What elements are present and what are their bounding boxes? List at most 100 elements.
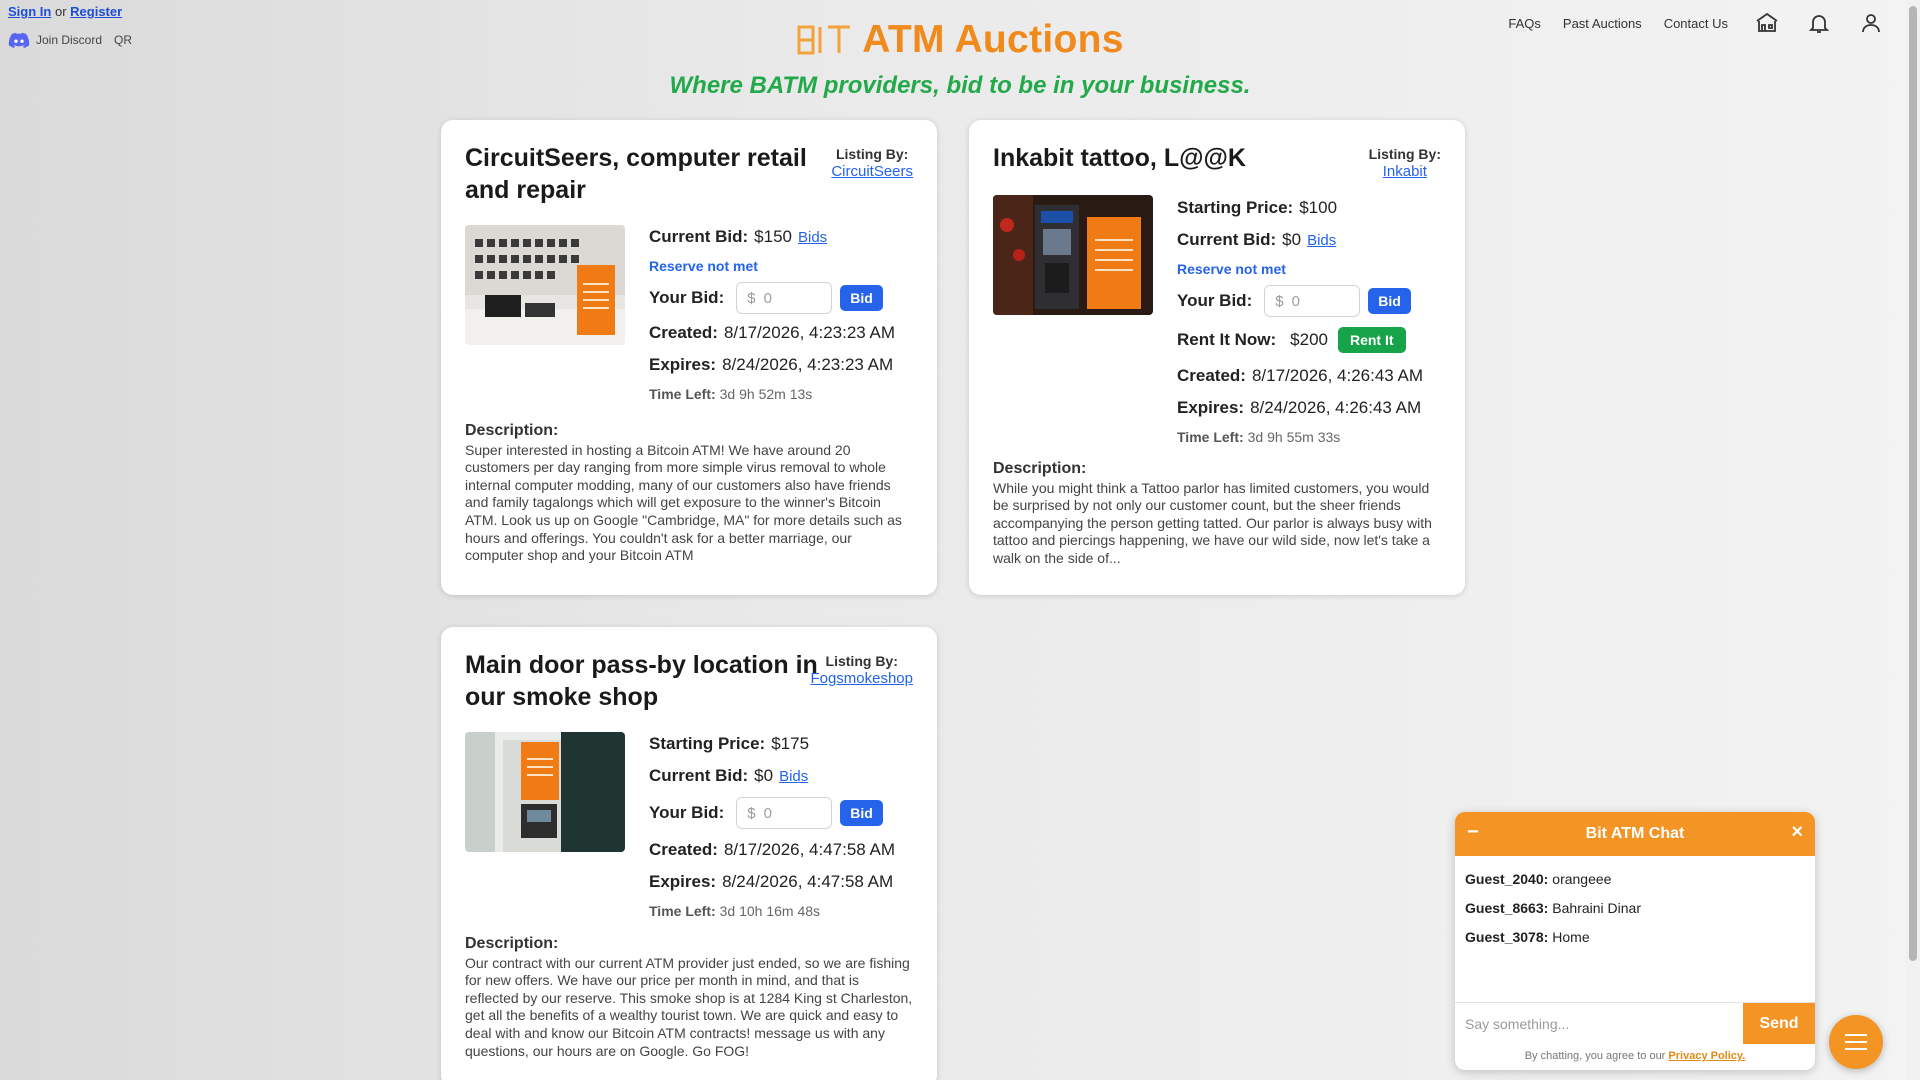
chat-messages: Guest_2040: orangeee Guest_8663: Bahraini …	[1455, 856, 1815, 959]
sign-in-link[interactable]: Sign In	[8, 4, 51, 19]
time-left-value: 3d 9h 55m 33s	[1247, 429, 1341, 445]
expires-value: 8/24/2026, 4:47:58 AM	[722, 872, 894, 891]
scrollbar-thumb[interactable]	[1909, 6, 1917, 961]
description-text: Our contract with our current ATM provid…	[465, 954, 913, 1059]
bid-button[interactable]: Bid	[840, 800, 883, 826]
listing-by-label: Listing By:	[1368, 146, 1441, 162]
listing-image[interactable]	[465, 732, 625, 852]
time-left-value: 3d 10h 16m 48s	[719, 903, 821, 919]
bid-info: Starting Price: $100 Current Bid: $0 Bids R…	[1177, 192, 1423, 450]
created-label: Created:	[649, 323, 718, 342]
bid-button[interactable]: Bid	[1368, 288, 1411, 314]
listing-title[interactable]: Main door pass-by location in our smoke …	[465, 649, 825, 713]
your-bid-label: Your Bid:	[649, 803, 725, 822]
current-bid-label: Current Bid:	[1177, 230, 1277, 249]
home-icon[interactable]	[1754, 10, 1780, 36]
created-value: 8/17/2026, 4:23:23 AM	[723, 323, 896, 342]
listing-by-label: Listing By:	[825, 653, 898, 669]
auth-or: or	[54, 4, 67, 19]
chat-input-bar: Say something... Send	[1455, 1002, 1815, 1044]
listing-by: Listing By: Fogsmokeshop	[810, 653, 913, 687]
bid-input-placeholder: 0	[763, 804, 772, 822]
privacy-policy-link[interactable]: Privacy Policy.	[1668, 1050, 1745, 1062]
bit-logo-icon[interactable]	[796, 23, 854, 57]
listing-card-fogsmokeshop: Main door pass-by location in our smoke …	[441, 627, 937, 1080]
chat-message: Guest_2040: orangeee	[1465, 864, 1805, 893]
starting-price-value: $175	[771, 734, 810, 753]
tagline: Where BATM providers, bid to be in your …	[669, 72, 1251, 99]
seller-link[interactable]: Inkabit	[1369, 163, 1441, 180]
chat-text: orangeee	[1552, 870, 1612, 887]
current-bid-value: $0	[754, 766, 774, 785]
time-left-label: Time Left:	[649, 386, 716, 402]
listing-image[interactable]	[993, 195, 1153, 315]
top-nav: FAQs Past Auctions Contact Us	[1508, 10, 1884, 36]
seller-link[interactable]: CircuitSeers	[831, 163, 913, 180]
your-bid-label: Your Bid:	[1177, 291, 1253, 310]
current-bid-label: Current Bid:	[649, 227, 749, 246]
bid-input[interactable]: $0	[736, 797, 833, 829]
chat-close-button[interactable]: ×	[1791, 821, 1803, 844]
menu-fab-button[interactable]	[1829, 1015, 1883, 1069]
description-label: Description:	[465, 422, 559, 439]
vertical-scrollbar[interactable]	[1906, 0, 1920, 1080]
current-bid-value: $0	[1282, 230, 1302, 249]
site-title[interactable]: ATM Auctions	[862, 18, 1123, 62]
starting-price-value: $100	[1299, 198, 1338, 217]
bids-link[interactable]: Bids	[779, 768, 808, 785]
description: Description: Super interested in hosting…	[465, 422, 913, 565]
chat-text: Bahraini Dinar	[1552, 899, 1641, 916]
nav-past-auctions[interactable]: Past Auctions	[1563, 16, 1642, 31]
current-bid-label: Current Bid:	[649, 766, 749, 785]
seller-link[interactable]: Fogsmokeshop	[810, 670, 913, 687]
rent-it-button[interactable]: Rent It	[1337, 327, 1406, 353]
chat-user: Guest_3078:	[1465, 928, 1549, 945]
expires-label: Expires:	[649, 872, 717, 891]
bid-input[interactable]: $0	[736, 282, 833, 314]
bid-info: Current Bid: $150 Bids Reserve not met You…	[649, 221, 895, 407]
register-link[interactable]: Register	[70, 4, 122, 19]
listing-image[interactable]	[465, 225, 625, 345]
rent-now-label: Rent It Now:	[1177, 330, 1277, 349]
nav-faqs[interactable]: FAQs	[1508, 16, 1541, 31]
created-value: 8/17/2026, 4:26:43 AM	[1251, 366, 1424, 385]
created-label: Created:	[1177, 366, 1246, 385]
reserve-status: Reserve not met	[1177, 261, 1286, 277]
chat-send-button[interactable]: Send	[1743, 1003, 1815, 1044]
listing-title[interactable]: CircuitSeers, computer retail and repair	[465, 142, 825, 206]
time-left-label: Time Left:	[1177, 429, 1244, 445]
bid-button[interactable]: Bid	[840, 285, 883, 311]
description-text: Super interested in hosting a Bitcoin AT…	[465, 441, 902, 564]
chat-minimize-button[interactable]: −	[1467, 821, 1479, 844]
your-bid-label: Your Bid:	[649, 288, 725, 307]
listing-by: Listing By: CircuitSeers	[831, 146, 913, 180]
bids-link[interactable]: Bids	[1307, 232, 1336, 249]
time-left-value: 3d 9h 52m 13s	[719, 386, 813, 402]
chat-input[interactable]: Say something...	[1455, 1003, 1743, 1044]
expires-label: Expires:	[649, 355, 717, 374]
listing-title[interactable]: Inkabit tattoo, L@@K	[993, 142, 1353, 174]
chat-user: Guest_8663:	[1465, 899, 1549, 916]
listing-by-label: Listing By:	[835, 146, 909, 162]
rent-price-value: $200	[1290, 330, 1328, 349]
bell-icon[interactable]	[1806, 10, 1832, 36]
expires-label: Expires:	[1177, 398, 1245, 417]
chat-user: Guest_2040:	[1465, 870, 1549, 887]
chat-header: − Bit ATM Chat ×	[1455, 812, 1815, 856]
expires-value: 8/24/2026, 4:26:43 AM	[1250, 398, 1422, 417]
nav-contact-us[interactable]: Contact Us	[1664, 16, 1728, 31]
description: Description: Our contract with our curre…	[465, 935, 913, 1060]
bids-link[interactable]: Bids	[798, 229, 827, 246]
description-label: Description:	[465, 935, 559, 952]
bid-input[interactable]: $0	[1264, 285, 1361, 317]
chat-text: Home	[1552, 928, 1590, 945]
bid-info: Starting Price: $175 Current Bid: $0 Bids Y…	[649, 728, 895, 924]
description-label: Description:	[993, 460, 1087, 477]
starting-price-label: Starting Price:	[1177, 198, 1294, 217]
time-left-label: Time Left:	[649, 903, 716, 919]
created-value: 8/17/2026, 4:47:58 AM	[723, 840, 896, 859]
user-icon[interactable]	[1858, 10, 1884, 36]
chat-terms-text: By chatting, you agree to our	[1524, 1050, 1666, 1062]
chat-message: Guest_8663: Bahraini Dinar	[1465, 893, 1805, 922]
dollar-sign: $	[747, 804, 756, 822]
